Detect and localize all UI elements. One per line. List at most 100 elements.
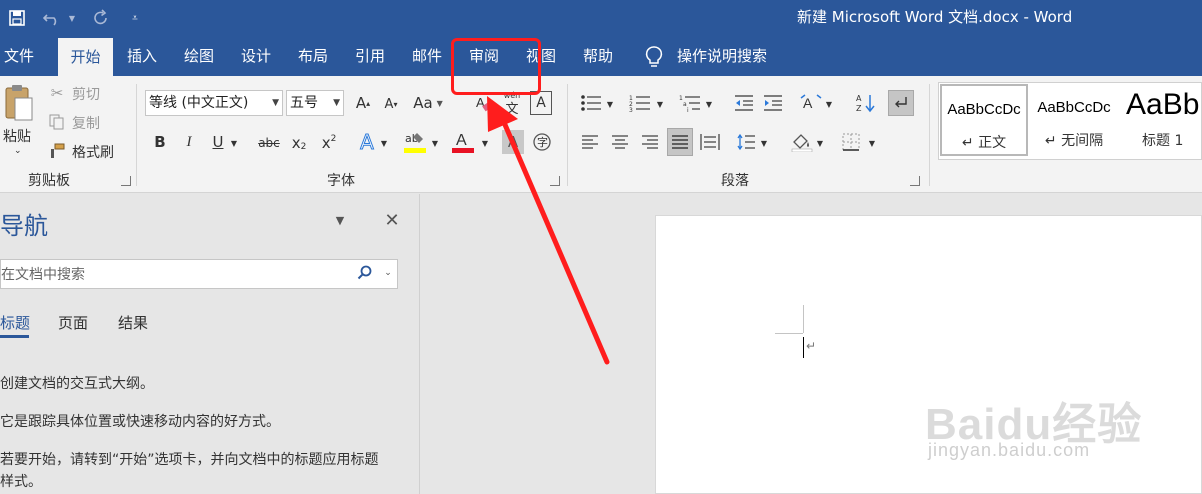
nav-tab-headings[interactable]: 标题 bbox=[0, 312, 30, 333]
format-painter-icon[interactable] bbox=[48, 142, 66, 160]
subscript-icon[interactable]: x2 bbox=[288, 132, 310, 154]
tell-me-search[interactable]: 操作说明搜索 bbox=[676, 36, 768, 76]
undo-icon[interactable] bbox=[40, 0, 64, 36]
borders-icon[interactable] bbox=[840, 131, 862, 153]
nav-pane-title: 导航 bbox=[0, 212, 48, 240]
phonetic-guide-icon[interactable]: 文 bbox=[501, 99, 523, 117]
numbering-dropdown-icon[interactable]: ▼ bbox=[654, 95, 666, 113]
grow-font-icon[interactable]: A ▴ bbox=[352, 91, 374, 115]
show-formatting-marks-icon[interactable] bbox=[888, 90, 914, 116]
sort-icon[interactable]: AZ bbox=[855, 92, 877, 114]
line-spacing-dropdown-icon[interactable]: ▼ bbox=[758, 134, 770, 152]
group-separator bbox=[567, 84, 568, 186]
watermark-url: jingyan.baidu.com bbox=[928, 440, 1091, 460]
copy-button[interactable]: 复制 bbox=[72, 113, 100, 133]
tab-insert[interactable]: 插入 bbox=[126, 36, 158, 76]
multilevel-dropdown-icon[interactable]: ▼ bbox=[703, 95, 715, 113]
style-normal[interactable]: AaBbCcDc ↵ 正文 bbox=[940, 84, 1028, 156]
customize-qat-icon[interactable]: ⩡ bbox=[128, 0, 142, 36]
format-painter-button[interactable]: 格式刷 bbox=[72, 142, 114, 162]
cut-button[interactable]: 剪切 bbox=[72, 84, 100, 104]
underline-dropdown-icon[interactable]: ▼ bbox=[228, 133, 240, 153]
bullets-icon[interactable] bbox=[578, 92, 604, 114]
strikethrough-icon[interactable]: abc bbox=[256, 132, 282, 154]
font-color-icon[interactable]: A bbox=[451, 129, 475, 155]
nav-options-icon[interactable]: ▼ bbox=[332, 212, 348, 228]
highlight-color-icon[interactable]: ab bbox=[403, 129, 427, 155]
font-name-combo[interactable]: 等线 (中文正文) ▼ bbox=[145, 90, 283, 116]
align-center-icon[interactable] bbox=[609, 131, 631, 153]
bold-icon[interactable]: B bbox=[150, 131, 170, 153]
nav-help-text-1: 创建文档的交互式大纲。 bbox=[0, 376, 154, 392]
italic-icon[interactable]: I bbox=[179, 131, 199, 153]
chinese-layout-icon[interactable]: A bbox=[799, 92, 823, 114]
tab-help[interactable]: 帮助 bbox=[582, 36, 614, 76]
style-label: 标题 1 bbox=[1142, 133, 1184, 149]
tab-mailings[interactable]: 邮件 bbox=[411, 36, 443, 76]
align-right-icon[interactable] bbox=[639, 131, 661, 153]
character-shading-icon[interactable]: A bbox=[502, 130, 524, 154]
paragraph-mark-icon: ↵ bbox=[806, 339, 817, 353]
clipboard-launcher-icon[interactable] bbox=[121, 176, 131, 186]
style-no-spacing[interactable]: AaBbCcDc ↵ 无间隔 bbox=[1030, 84, 1118, 156]
paste-dropdown-icon[interactable]: ⌄ bbox=[14, 146, 22, 156]
paragraph-launcher-icon[interactable] bbox=[910, 176, 920, 186]
line-spacing-icon[interactable] bbox=[735, 131, 757, 153]
group-separator bbox=[929, 84, 930, 186]
increase-indent-icon[interactable] bbox=[762, 92, 784, 114]
style-heading-1[interactable]: AaBb 标题 1 bbox=[1120, 84, 1202, 156]
tab-home[interactable]: 开始 bbox=[58, 38, 113, 76]
svg-text:A: A bbox=[456, 132, 467, 149]
save-icon[interactable] bbox=[6, 0, 28, 36]
numbering-icon[interactable]: 123 bbox=[627, 92, 653, 114]
active-tab-indicator bbox=[0, 335, 29, 338]
paste-icon[interactable] bbox=[4, 84, 34, 122]
nav-tab-results[interactable]: 结果 bbox=[118, 312, 148, 333]
bullets-dropdown-icon[interactable]: ▼ bbox=[604, 95, 616, 113]
multilevel-list-icon[interactable]: 1ai bbox=[677, 92, 703, 114]
tab-design[interactable]: 设计 bbox=[240, 36, 272, 76]
redo-icon[interactable] bbox=[89, 0, 113, 36]
tab-file[interactable]: 文件 bbox=[4, 36, 34, 76]
chinese-layout-dropdown-icon[interactable]: ▼ bbox=[823, 95, 835, 113]
change-case-icon[interactable]: Aa ▼ bbox=[413, 91, 443, 115]
text-effects-icon[interactable]: A bbox=[356, 129, 378, 155]
font-size-combo[interactable]: 五号 ▼ bbox=[286, 90, 344, 116]
font-launcher-icon[interactable] bbox=[550, 176, 560, 186]
enclose-characters-icon[interactable]: 字 bbox=[531, 130, 553, 154]
borders-dropdown-icon[interactable]: ▼ bbox=[866, 134, 878, 152]
decrease-indent-icon[interactable] bbox=[733, 92, 755, 114]
search-icon[interactable] bbox=[356, 264, 374, 282]
tab-draw[interactable]: 绘图 bbox=[183, 36, 215, 76]
window-title: 新建 Microsoft Word 文档.docx - Word bbox=[797, 8, 1073, 26]
undo-dropdown-icon[interactable]: ▼ bbox=[66, 0, 78, 36]
highlight-dropdown-icon[interactable]: ▼ bbox=[429, 134, 441, 152]
justify-icon[interactable] bbox=[667, 128, 693, 156]
shading-icon[interactable] bbox=[790, 131, 814, 153]
margin-corner-mark bbox=[803, 305, 804, 333]
svg-text:A: A bbox=[803, 95, 813, 111]
align-left-icon[interactable] bbox=[579, 131, 601, 153]
paragraph-group-label: 段落 bbox=[721, 173, 749, 189]
svg-text:字: 字 bbox=[537, 135, 548, 149]
tab-layout[interactable]: 布局 bbox=[297, 36, 329, 76]
style-sample: AaBb bbox=[1126, 88, 1200, 121]
paste-button[interactable]: 粘贴 bbox=[3, 126, 31, 146]
copy-icon[interactable] bbox=[48, 113, 66, 131]
underline-icon[interactable]: U bbox=[208, 131, 228, 153]
lightbulb-icon bbox=[643, 44, 665, 70]
shading-dropdown-icon[interactable]: ▼ bbox=[814, 134, 826, 152]
clipboard-group-label: 剪贴板 bbox=[28, 173, 70, 189]
cut-icon[interactable]: ✂ bbox=[48, 84, 66, 102]
text-effects-dropdown-icon[interactable]: ▼ bbox=[378, 134, 390, 152]
search-options-icon[interactable]: ⌄ bbox=[381, 266, 395, 280]
font-color-dropdown-icon[interactable]: ▼ bbox=[479, 134, 491, 152]
superscript-icon[interactable]: x2 bbox=[318, 132, 340, 154]
close-icon[interactable]: ✕ bbox=[382, 210, 402, 231]
text-cursor bbox=[803, 337, 804, 358]
shrink-font-icon[interactable]: A ▾ bbox=[380, 93, 402, 115]
tab-references[interactable]: 引用 bbox=[354, 36, 386, 76]
nav-tab-pages[interactable]: 页面 bbox=[58, 312, 88, 333]
distributed-icon[interactable] bbox=[699, 131, 721, 153]
nav-search-placeholder: 在文档中搜索 bbox=[1, 267, 85, 283]
